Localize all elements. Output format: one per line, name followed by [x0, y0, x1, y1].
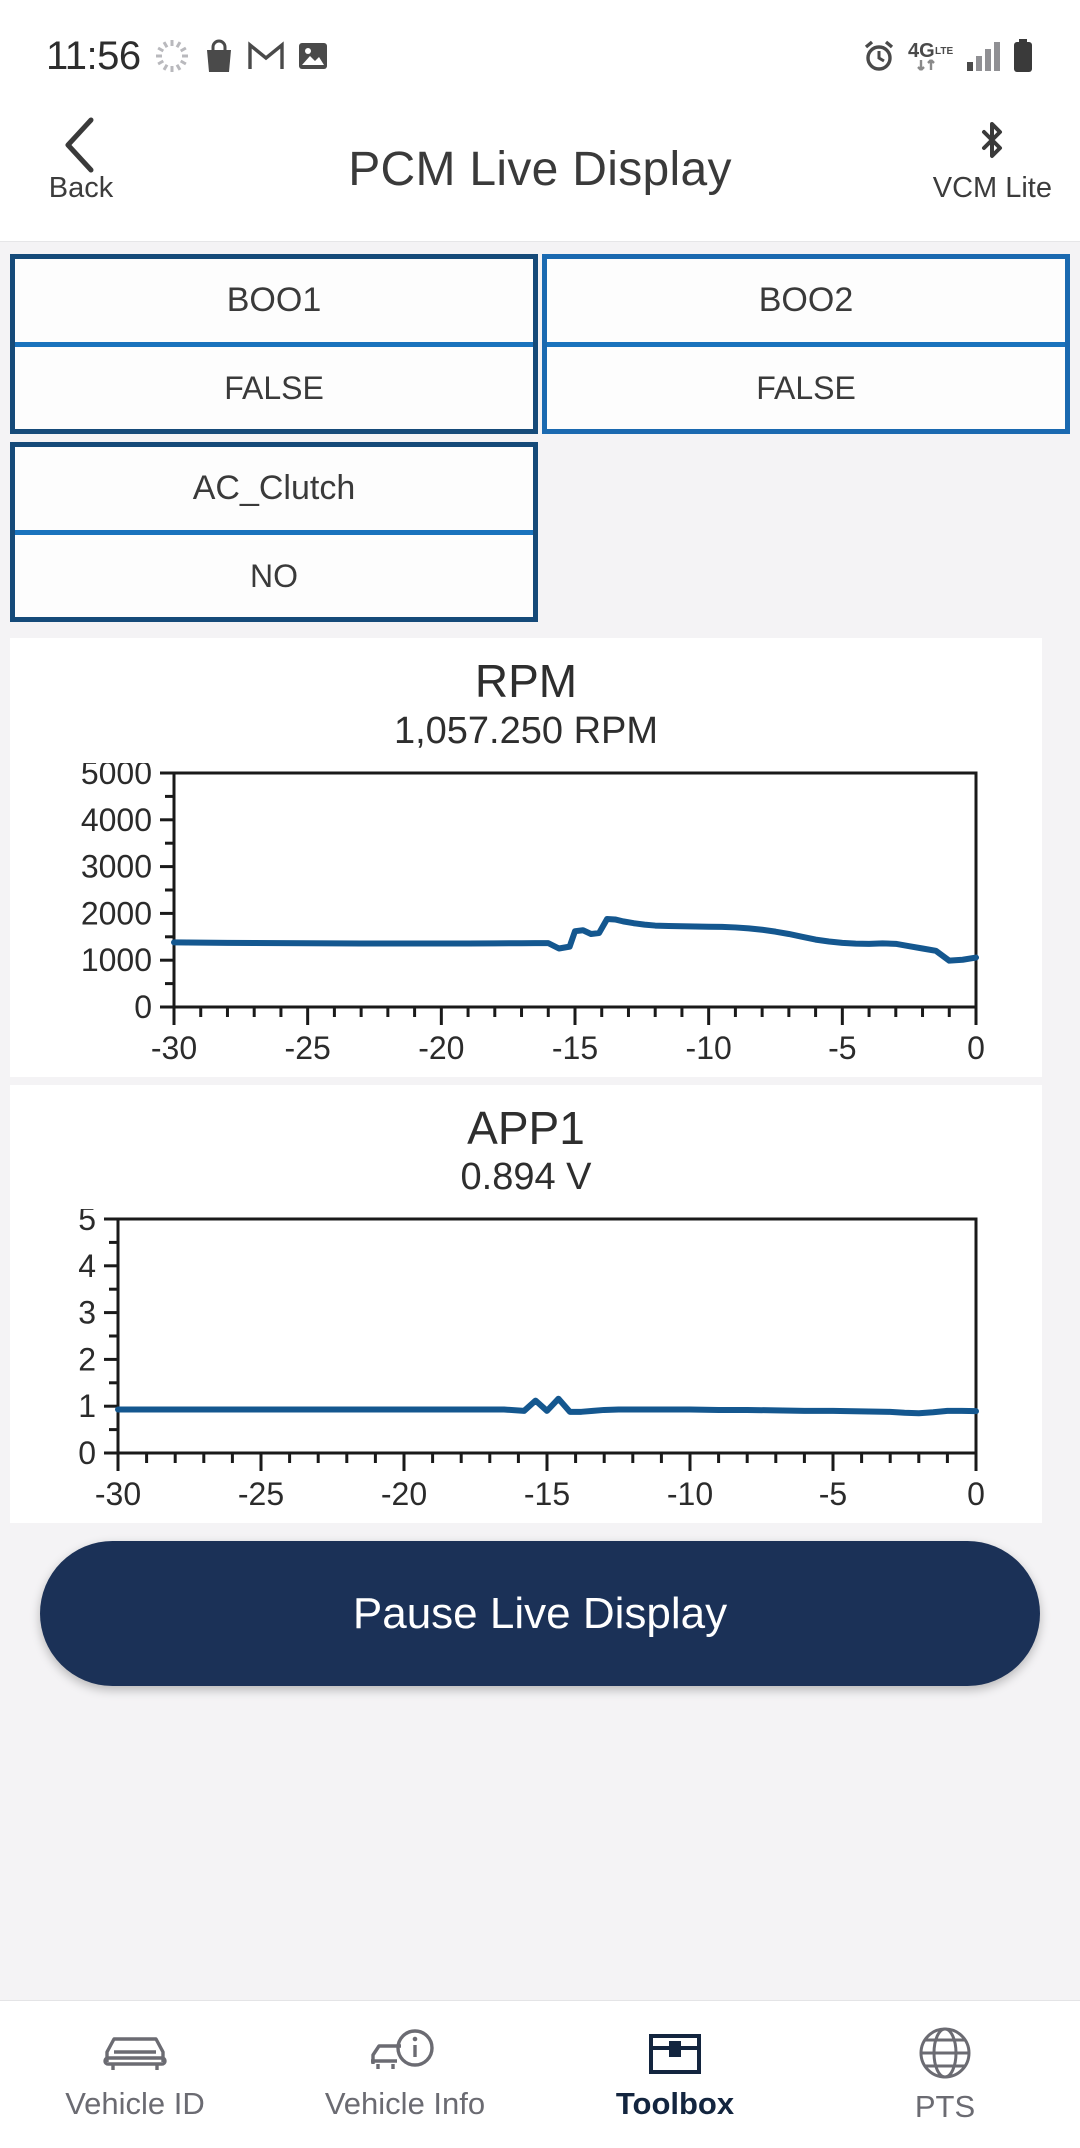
- loading-spinner-icon: [154, 38, 190, 74]
- svg-text:4G: 4G: [908, 40, 935, 62]
- alarm-icon: [862, 39, 896, 73]
- app1-line-chart: 0 1 2 3 4 5 -30 -25 -20 -15 -10 -5 0: [78, 1209, 985, 1509]
- pid-row-2: AC_Clutch NO: [0, 442, 1080, 630]
- svg-text:5000: 5000: [81, 763, 152, 791]
- app-header: Back PCM Live Display VCM Lite: [0, 112, 1080, 242]
- pid-row-1: BOO1 FALSE BOO2 FALSE: [0, 254, 1080, 442]
- bottom-navigation: Vehicle ID Vehicle Info Toolbox PTS: [0, 2000, 1080, 2148]
- graph-value: 0.894 V: [460, 1156, 592, 1199]
- pid-card-boo1[interactable]: BOO1 FALSE: [10, 254, 538, 434]
- svg-text:-20: -20: [418, 1030, 464, 1063]
- status-bar-clock: 11:56: [46, 33, 141, 78]
- svg-text:1: 1: [78, 1388, 96, 1424]
- graph-title: RPM: [474, 655, 578, 707]
- toolbox-icon: [649, 2033, 701, 2074]
- svg-text:4: 4: [78, 1248, 96, 1284]
- photos-icon: [297, 40, 329, 72]
- pause-live-display-button[interactable]: Pause Live Display: [40, 1541, 1040, 1687]
- page-title: PCM Live Display: [348, 143, 732, 196]
- svg-text:0: 0: [967, 1476, 985, 1509]
- car-info-icon: [371, 2028, 434, 2069]
- vcm-lite-button[interactable]: VCM Lite: [933, 114, 1052, 205]
- svg-text:3: 3: [78, 1295, 96, 1331]
- svg-text:0: 0: [78, 1435, 96, 1471]
- svg-text:-25: -25: [285, 1030, 331, 1063]
- svg-text:0: 0: [967, 1030, 985, 1063]
- svg-text:-10: -10: [686, 1030, 732, 1063]
- svg-text:5: 5: [78, 1209, 96, 1237]
- pid-grid: BOO1 FALSE BOO2 FALSE AC_Clutch NO: [0, 242, 1080, 630]
- gmail-icon: [247, 41, 284, 71]
- nav-label: Vehicle Info: [324, 2085, 486, 2121]
- svg-text:1000: 1000: [81, 942, 152, 978]
- svg-text:LTE: LTE: [935, 46, 953, 57]
- car-icon: [103, 2036, 167, 2070]
- status-bar: 11:56 4G LTE: [0, 0, 1080, 112]
- battery-icon: [1012, 38, 1034, 74]
- pid-name: BOO2: [547, 259, 1065, 347]
- graph-value: 1,057.250 RPM: [393, 709, 659, 752]
- back-button-label: Back: [48, 172, 114, 204]
- rpm-line-chart: 0 1000 2000 3000 4000 5000 -30 -25 -20 -15 -10 -5 0: [81, 763, 985, 1063]
- shopping-bag-icon: [203, 38, 235, 74]
- svg-text:-15: -15: [524, 1476, 570, 1509]
- svg-text:-30: -30: [95, 1476, 141, 1509]
- pid-value: FALSE: [756, 369, 856, 406]
- graph-card-app1[interactable]: APP1 0.894 V 0 1 2 3 4 5 -30 -25 -20 -15 -10 -5 0: [10, 1084, 1042, 1524]
- svg-text:-30: -30: [151, 1030, 197, 1063]
- vcm-lite-label: VCM Lite: [932, 172, 1052, 204]
- nav-label: PTS: [914, 2088, 976, 2124]
- nav-item-toolbox[interactable]: Toolbox: [540, 2028, 810, 2122]
- pid-name: BOO1: [15, 259, 533, 347]
- svg-text:4000: 4000: [81, 801, 152, 837]
- pid-value: FALSE: [224, 369, 324, 406]
- app-screen: 11:56 4G LTE Back PCM Live Display VCM L…: [0, 0, 1080, 2148]
- svg-text:-20: -20: [381, 1476, 427, 1509]
- status-bar-left: 11:56: [46, 34, 329, 79]
- nav-label: Vehicle ID: [65, 2085, 205, 2121]
- svg-text:2000: 2000: [81, 895, 152, 931]
- 4g-lte-icon: 4G LTE: [908, 38, 954, 74]
- pid-name: AC_Clutch: [15, 447, 533, 535]
- svg-text:2: 2: [78, 1341, 96, 1377]
- svg-text:3000: 3000: [81, 848, 152, 884]
- graph-card-rpm[interactable]: RPM 1,057.250 RPM 0 1000 2000 3000 4000 5000 -…: [10, 638, 1042, 1077]
- svg-text:-5: -5: [819, 1476, 847, 1509]
- nav-item-vehicle-id[interactable]: Vehicle ID: [0, 2028, 270, 2122]
- pid-card-boo2[interactable]: BOO2 FALSE: [542, 254, 1070, 434]
- pid-value: NO: [250, 557, 298, 594]
- globe-icon: [919, 2027, 971, 2078]
- signal-bars-icon: [966, 40, 1000, 72]
- back-button[interactable]: Back: [26, 114, 136, 205]
- pid-card-ac-clutch[interactable]: AC_Clutch NO: [10, 442, 538, 622]
- svg-text:-10: -10: [667, 1476, 713, 1509]
- svg-text:-25: -25: [238, 1476, 284, 1509]
- bluetooth-icon: [982, 122, 1003, 158]
- nav-item-vehicle-info[interactable]: Vehicle Info: [270, 2028, 540, 2122]
- status-bar-right: 4G LTE: [862, 38, 1034, 74]
- svg-text:0: 0: [134, 989, 152, 1025]
- graph-title: APP1: [467, 1101, 585, 1154]
- svg-text:-15: -15: [552, 1030, 598, 1063]
- chevron-left-icon: [65, 117, 94, 173]
- nav-item-pts[interactable]: PTS: [810, 2025, 1080, 2125]
- svg-text:-5: -5: [828, 1030, 856, 1063]
- nav-label: Toolbox: [615, 2085, 735, 2121]
- pause-button-wrap: Pause Live Display: [0, 1523, 1080, 1687]
